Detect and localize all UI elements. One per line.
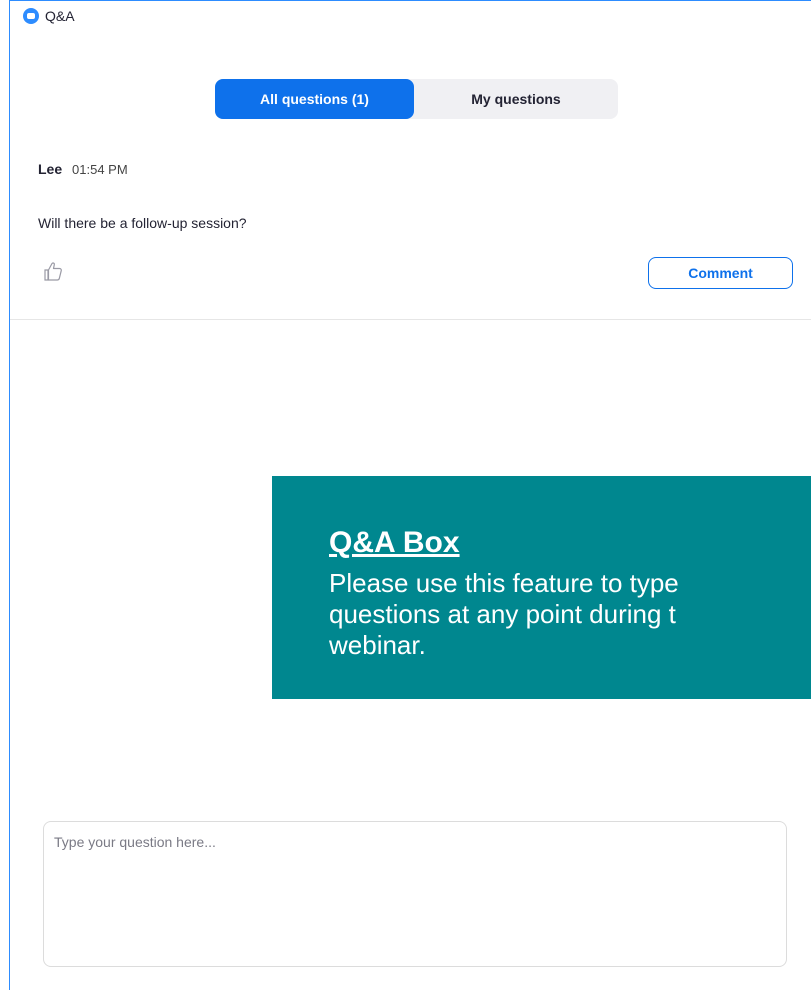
tab-my-questions[interactable]: My questions (414, 79, 618, 119)
question-time: 01:54 PM (72, 162, 128, 177)
question-item: Lee 01:54 PM Will there be a follow-up s… (38, 161, 798, 289)
question-input[interactable] (43, 821, 787, 967)
callout-body-line-2: questions at any point during t (329, 599, 676, 629)
qa-box-callout: Q&A Box Please use this feature to type … (272, 476, 811, 699)
window-title: Q&A (45, 8, 75, 24)
qa-window: Q&A All questions (1) My questions Lee 0… (9, 0, 811, 990)
callout-title: Q&A Box (329, 526, 460, 559)
callout-body: Please use this feature to type question… (329, 568, 811, 661)
zoom-app-icon (23, 8, 39, 24)
divider (10, 319, 811, 320)
question-author: Lee (38, 161, 63, 177)
tab-all-questions[interactable]: All questions (1) (215, 79, 414, 119)
title-bar: Q&A (10, 1, 811, 31)
callout-body-line-1: Please use this feature to type (329, 568, 679, 598)
question-filter-tabs: All questions (1) My questions (215, 79, 618, 119)
comment-button[interactable]: Comment (648, 257, 793, 289)
question-meta: Lee 01:54 PM (38, 161, 798, 177)
callout-body-line-3: webinar. (329, 630, 426, 660)
thumbs-up-icon[interactable] (42, 260, 64, 282)
question-text: Will there be a follow-up session? (38, 215, 247, 231)
